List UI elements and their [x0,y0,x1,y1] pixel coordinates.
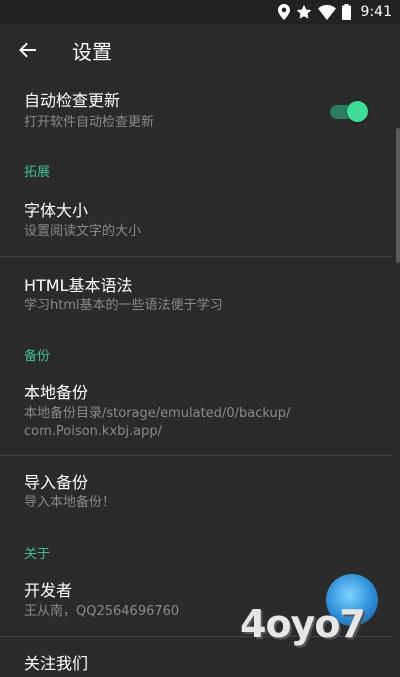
pref-import-backup[interactable]: 导入备份 导入本地备份！ [0,456,392,520]
pref-auto-update[interactable]: 自动检查更新 打开软件自动检查更新 [0,80,392,144]
status-time: 9:41 [360,4,392,20]
pref-font-size[interactable]: 字体大小 设置阅读文字的大小 [0,190,392,254]
settings-list: 自动检查更新 打开软件自动检查更新 拓展 字体大小 设置阅读文字的大小 HTML… [0,80,400,673]
star-icon [296,4,312,20]
pref-summary: 设置阅读文字的大小 [24,224,142,239]
pref-summary: com.Poison.kxbj.app/ [24,424,163,439]
pref-title: 关注我们 [24,654,89,673]
pref-summary: 学习html基本的一些语法便于学习 [24,298,223,313]
location-pin-icon [277,4,290,20]
auto-update-switch[interactable] [330,100,368,122]
pref-title: 字体大小 [24,201,89,220]
pref-summary: 导入本地备份！ [24,495,116,510]
battery-icon [341,4,351,20]
pref-summary: 本地备份目录/storage/emulated/0/backup/ [24,406,291,421]
watermark-logo: 4oyo7 [240,602,366,646]
pref-summary: 王从南，QQ2564696760 [24,604,180,619]
app-bar: 设置 [0,24,400,80]
wifi-icon [317,4,336,20]
back-button[interactable] [10,34,46,70]
pref-title: 本地备份 [24,383,89,402]
pref-summary: 打开软件自动检查更新 [24,115,155,130]
category-extension: 拓展 [24,165,51,180]
pref-local-backup[interactable]: 本地备份 本地备份目录/storage/emulated/0/backup/ c… [0,372,392,454]
pref-title: 自动检查更新 [24,91,121,110]
pref-title: HTML基本语法 [24,276,133,295]
status-icons: 9:41 [277,3,392,21]
pref-title: 开发者 [24,581,73,600]
pref-html-syntax[interactable]: HTML基本语法 学习html基本的一些语法便于学习 [0,257,392,321]
page-title: 设置 [72,40,112,64]
pref-title: 导入备份 [24,473,89,492]
status-bar: 9:41 [0,0,400,24]
category-about: 关于 [24,547,51,562]
arrow-back-icon [19,41,37,63]
scrollbar[interactable] [396,128,400,263]
category-backup: 备份 [24,349,51,364]
switch-thumb [347,101,368,122]
